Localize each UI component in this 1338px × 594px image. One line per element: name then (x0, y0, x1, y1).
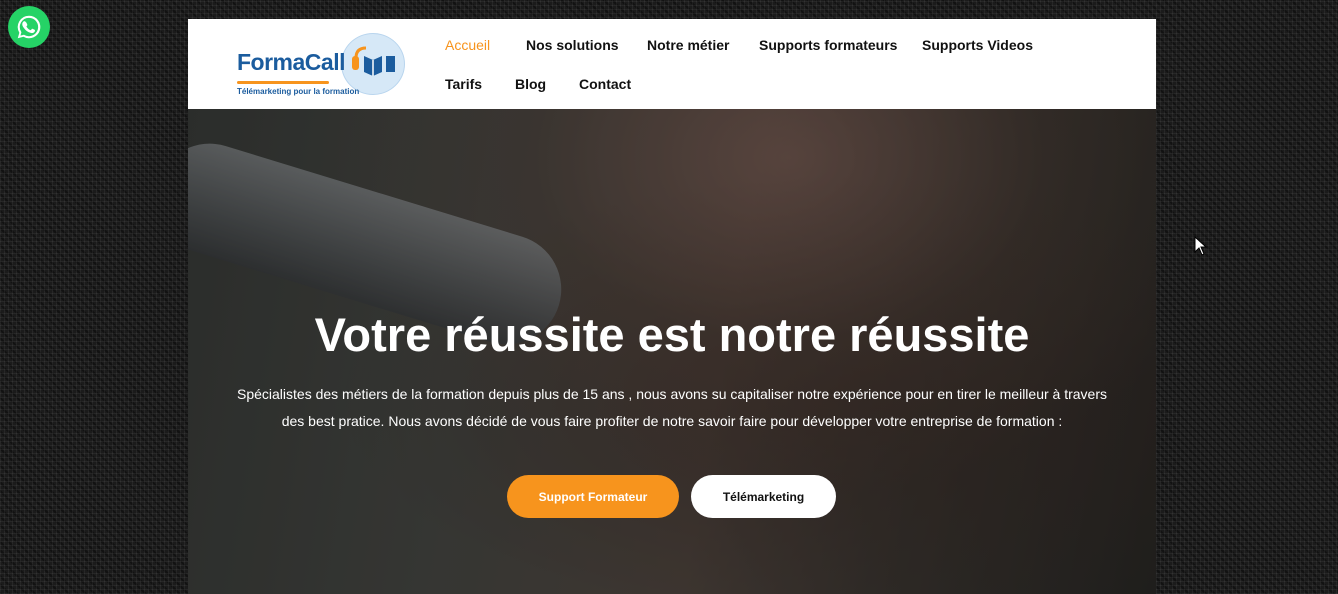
nav-item-tarifs[interactable]: Tarifs (445, 76, 482, 92)
main-nav: Accueil Nos solutions Notre métier Suppo… (433, 19, 1133, 109)
logo-tagline: Télémarketing pour la formation (237, 87, 360, 96)
support-formateur-button[interactable]: Support Formateur (507, 475, 679, 518)
hero-description: Spécialistes des métiers de la formation… (236, 386, 1107, 429)
nav-item-contact[interactable]: Contact (579, 76, 631, 92)
telemarketing-button[interactable]: Télémarketing (691, 475, 836, 518)
mouse-cursor-icon (1194, 236, 1208, 256)
logo-emblem (341, 33, 405, 95)
nav-item-notre-metier[interactable]: Notre métier (647, 37, 729, 53)
site-container: FormaCall Télémarketing pour la formatio… (188, 19, 1156, 594)
site-header: FormaCall Télémarketing pour la formatio… (188, 19, 1156, 109)
logo-underline (237, 81, 329, 84)
nav-item-blog[interactable]: Blog (515, 76, 546, 92)
nav-item-supports-formateurs[interactable]: Supports formateurs (759, 37, 897, 53)
hero-section: Votre réussite est notre réussite Spécia… (188, 109, 1156, 594)
whatsapp-icon (17, 15, 41, 39)
nav-item-supports-videos[interactable]: Supports Videos (922, 37, 1033, 53)
formacall-logo[interactable]: FormaCall Télémarketing pour la formatio… (233, 31, 413, 99)
nav-item-nos-solutions[interactable]: Nos solutions (526, 37, 619, 53)
whatsapp-button[interactable] (8, 6, 50, 48)
logo-brand: FormaCall (237, 49, 345, 75)
nav-item-accueil[interactable]: Accueil (445, 37, 490, 53)
hero-title: Votre réussite est notre réussite (314, 308, 1030, 361)
